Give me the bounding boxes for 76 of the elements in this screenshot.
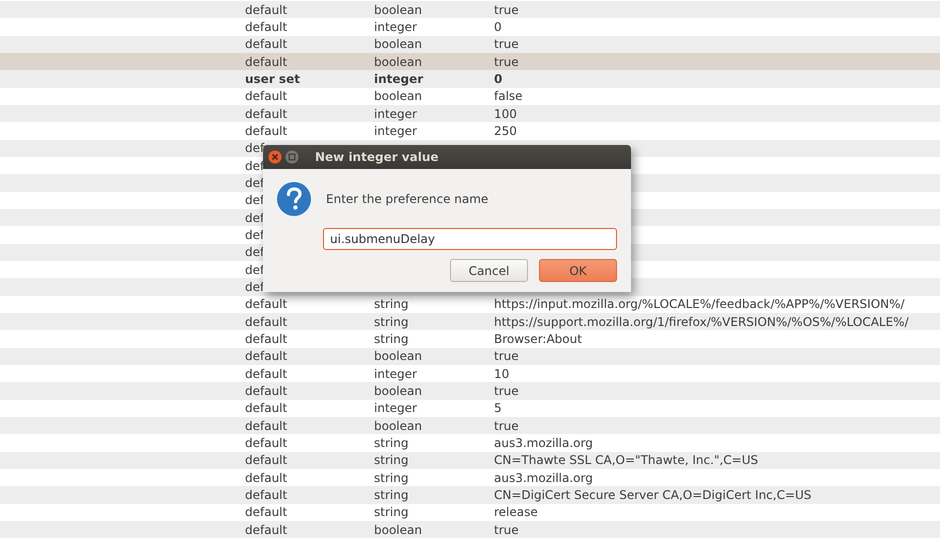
table-cell: true <box>494 522 519 536</box>
table-cell: integer <box>374 20 417 34</box>
table-cell: boolean <box>374 349 422 364</box>
table-cell: def <box>245 228 264 242</box>
table-cell: 0 <box>494 72 502 86</box>
table-cell: default <box>245 349 288 364</box>
table-cell: user set <box>245 72 300 86</box>
table-cell: def <box>245 210 264 225</box>
table-cell: def <box>245 176 264 190</box>
table-cell: string <box>374 332 408 346</box>
table-cell: boolean <box>374 89 422 104</box>
table-cell: 10 <box>494 366 510 381</box>
table-cell: default <box>245 314 288 329</box>
table-cell: default <box>245 366 288 381</box>
table-cell: default <box>245 436 288 450</box>
table-cell: default <box>245 488 288 502</box>
table-cell: default <box>245 332 288 346</box>
table-cell: boolean <box>374 2 422 17</box>
table-cell: integer <box>374 72 424 86</box>
table-cell: CN=DigiCert Secure Server CA,O=DigiCert Inc,C=US <box>494 488 812 502</box>
table-cell: def <box>245 193 264 208</box>
table-cell: def <box>245 158 264 173</box>
table-cell: default <box>245 89 288 104</box>
prompt-text: Enter the preference name <box>326 192 488 206</box>
table-cell: default <box>245 470 288 485</box>
table-cell: string <box>374 505 408 520</box>
table-cell: integer <box>374 106 417 121</box>
table-cell: string <box>374 453 408 468</box>
table-cell: integer <box>374 366 417 381</box>
table-cell: 0 <box>494 20 502 34</box>
table-cell: 250 <box>494 124 517 138</box>
table-cell: def <box>245 245 264 260</box>
table-cell: default <box>245 54 288 69</box>
table-cell: def <box>245 280 264 294</box>
table-cell: def <box>245 262 264 277</box>
table-cell: boolean <box>374 54 422 69</box>
table-cell: string <box>374 436 408 450</box>
table-cell: aus3.mozilla.org <box>494 436 593 450</box>
table-cell: https://support.mozilla.org/1/firefox/%VERSION%/%OS%/%LOCALE%/ <box>494 314 909 329</box>
table-cell: string <box>374 297 408 312</box>
table-cell: integer <box>374 124 417 138</box>
table-cell: true <box>494 37 519 52</box>
table-cell: true <box>494 384 519 398</box>
table-cell: https://input.mozilla.org/%LOCALE%/feedback/%APP%/%VERSION%/ <box>494 297 905 312</box>
table-cell: release <box>494 505 538 520</box>
table-cell: true <box>494 418 519 433</box>
table-cell: CN=Thawte SSL CA,O="Thawte, Inc.",C=US <box>494 453 758 468</box>
table-cell: boolean <box>374 384 422 398</box>
table-cell: Browser:About <box>494 332 582 346</box>
table-cell: boolean <box>374 522 422 536</box>
table-cell: integer <box>374 401 417 416</box>
table-cell: string <box>374 314 408 329</box>
table-cell: default <box>245 297 288 312</box>
window-title: New integer value <box>315 150 439 164</box>
table-cell: default <box>245 20 288 34</box>
table-cell: default <box>245 418 288 433</box>
table-cell: default <box>245 522 288 536</box>
table-cell: default <box>245 106 288 121</box>
table-cell: default <box>245 37 288 52</box>
table-cell: true <box>494 54 519 69</box>
table-cell: default <box>245 505 288 520</box>
table-cell: 100 <box>494 106 517 121</box>
table-cell: default <box>245 2 288 17</box>
table-cell: default <box>245 401 288 416</box>
table-cell: default <box>245 124 288 138</box>
table-cell: default <box>245 384 288 398</box>
table-cell: string <box>374 470 408 485</box>
table-cell: false <box>494 89 523 104</box>
table-cell: boolean <box>374 418 422 433</box>
table-cell: 5 <box>494 401 502 416</box>
table-cell: true <box>494 2 519 17</box>
table-cell: default <box>245 453 288 468</box>
table-cell: true <box>494 349 519 364</box>
table-cell: aus3.mozilla.org <box>494 470 593 485</box>
table-cell: boolean <box>374 37 422 52</box>
table-cell: string <box>374 488 408 502</box>
